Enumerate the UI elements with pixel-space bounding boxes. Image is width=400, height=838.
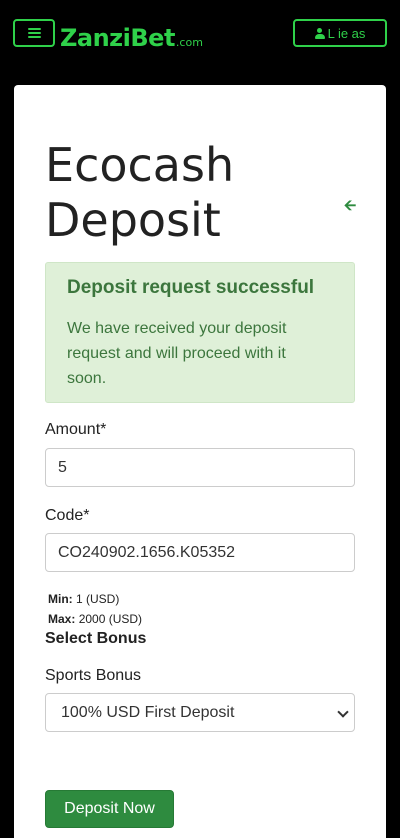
- deposit-card: Ecocash Deposit 🡨 Deposit request succes…: [14, 85, 386, 838]
- min-limit: Min: 1 (USD): [48, 592, 119, 606]
- code-input[interactable]: CO240902.1656.K05352: [45, 533, 355, 572]
- chevron-down-icon: [337, 706, 349, 718]
- min-value: 1 (USD): [76, 592, 120, 606]
- user-icon: [314, 27, 325, 39]
- deposit-now-button[interactable]: Deposit Now: [45, 790, 174, 828]
- max-value: 2000 (USD): [78, 612, 143, 626]
- alert-title: Deposit request successful: [67, 277, 315, 298]
- page-title: Ecocash Deposit: [45, 138, 235, 247]
- logo-suffix: .com: [175, 36, 203, 49]
- arrow-left-icon[interactable]: 🡨: [344, 195, 356, 220]
- sports-bonus-label: Sports Bonus: [45, 667, 142, 684]
- min-label: Min:: [48, 592, 73, 606]
- select-bonus-heading: Select Bonus: [45, 630, 147, 647]
- alert-message: We have received your deposit request an…: [67, 320, 287, 387]
- user-account-button[interactable]: L ie as: [293, 19, 387, 47]
- menu-button[interactable]: [13, 19, 55, 47]
- max-limit: Max: 2000 (USD): [48, 612, 142, 626]
- logo-text: ZanziBet: [60, 24, 175, 52]
- bonus-select[interactable]: 100% USD First Deposit: [45, 693, 355, 732]
- top-nav-bar: ZanziBet.com L ie as: [0, 0, 400, 85]
- user-name-label: L ie as: [327, 25, 366, 41]
- max-label: Max:: [48, 612, 76, 626]
- amount-input[interactable]: 5: [45, 448, 355, 487]
- hamburger-icon: [27, 28, 41, 38]
- site-logo[interactable]: ZanziBet.com: [60, 24, 203, 52]
- bonus-selected-value: 100% USD First Deposit: [61, 703, 235, 721]
- code-label: Code*: [45, 507, 90, 524]
- success-alert: Deposit request successful We have recei…: [45, 262, 355, 403]
- amount-label: Amount*: [45, 421, 107, 438]
